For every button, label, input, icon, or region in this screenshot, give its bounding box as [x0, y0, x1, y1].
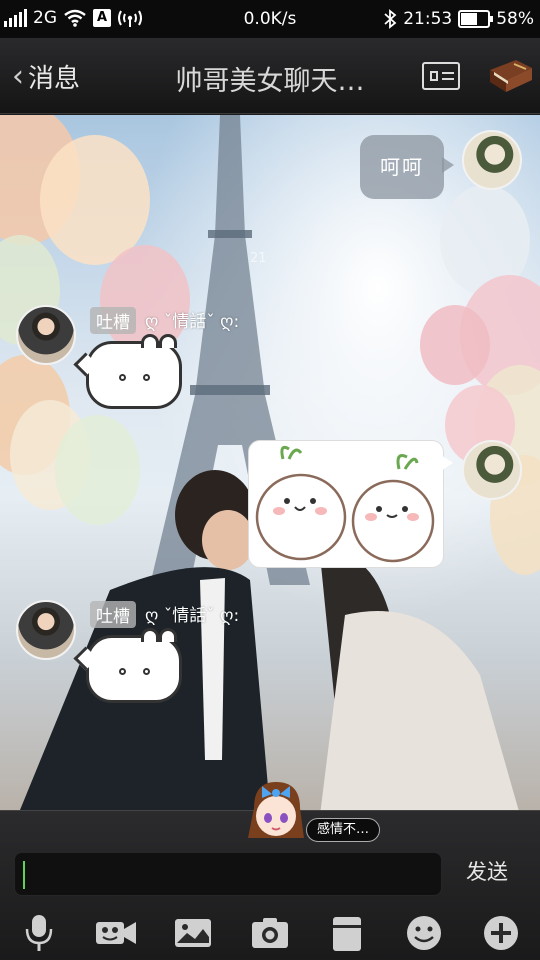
avatar[interactable]	[462, 130, 522, 190]
chevron-left-icon: ‹	[12, 58, 24, 94]
sender-nickname: ღ ˇ情話ˇ ღ:	[145, 312, 240, 332]
profile-card-button[interactable]	[422, 62, 460, 90]
sticker-message[interactable]	[248, 440, 453, 568]
back-button[interactable]: ‹ 消息	[12, 58, 80, 95]
title-badge: 吐槽	[90, 307, 136, 334]
plus-icon[interactable]	[479, 913, 523, 953]
balloon-decoration	[40, 135, 150, 265]
avatar[interactable]	[462, 440, 522, 500]
chat-title: 帅哥美女聊天…	[175, 66, 365, 97]
bluetooth-icon	[384, 9, 397, 29]
battery-level: 58%	[496, 9, 534, 29]
balloon-decoration	[420, 305, 490, 385]
mascot-avatar[interactable]	[244, 778, 308, 844]
sender-nickname: ღ ˇ情話ˇ ღ:	[145, 606, 240, 626]
avatar[interactable]	[16, 600, 76, 660]
bride-photo-background	[320, 555, 519, 810]
mood-tag[interactable]: 感情不…	[306, 818, 381, 842]
image-icon[interactable]	[171, 913, 215, 953]
folder-icon[interactable]	[325, 913, 369, 953]
notebook-icon[interactable]	[486, 52, 536, 96]
sticker-message[interactable]	[86, 628, 182, 703]
video-icon[interactable]	[94, 913, 138, 953]
microphone-icon[interactable]	[17, 913, 61, 953]
battery-icon	[458, 10, 494, 28]
camera-icon[interactable]	[248, 913, 292, 953]
timestamp-fragment: 21	[250, 251, 267, 266]
send-button[interactable]: 发送	[466, 856, 508, 886]
message-bubble[interactable]: 呵呵	[360, 135, 454, 199]
chat-area[interactable]: 呵呵 21 吐槽 ღ ˇ情話ˇ ღ: 吐槽 ღ ˇ情話ˇ ღ:	[0, 115, 540, 810]
clock: 21:53	[403, 9, 453, 29]
text-caret	[23, 861, 25, 889]
back-label: 消息	[28, 64, 81, 94]
status-bar: 2G A 0.0K/s 21:53 58%	[0, 0, 540, 38]
bun-characters-sticker	[255, 445, 435, 563]
emoji-icon[interactable]	[402, 913, 446, 953]
title-badge: 吐槽	[90, 601, 136, 628]
message-input[interactable]	[14, 852, 442, 896]
composer-toolbar	[0, 905, 540, 960]
title-bar: ‹ 消息 帅哥美女聊天…	[0, 38, 540, 114]
avatar[interactable]	[16, 305, 76, 365]
sticker-message[interactable]	[86, 334, 182, 409]
